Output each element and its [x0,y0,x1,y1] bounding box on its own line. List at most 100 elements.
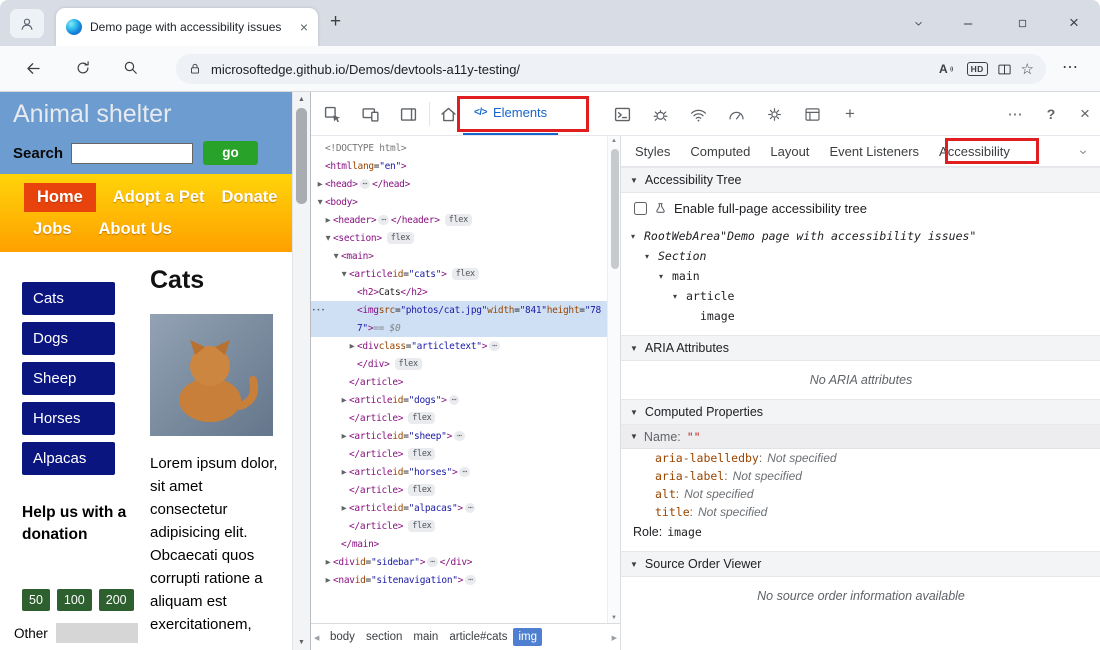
console-icon[interactable] [611,103,633,125]
accessibility-tree-node[interactable]: ▾main [621,266,1100,286]
category-horses[interactable]: Horses [22,402,115,435]
more-tools-plus-icon[interactable]: + [839,103,861,125]
dom-tree-line[interactable]: </article>flex [311,481,607,499]
expander-open-icon[interactable]: ▾ [645,252,658,261]
device-emulation-icon[interactable] [359,103,381,125]
back-button[interactable] [24,59,44,79]
dom-tree-line[interactable]: ▶<div class="articletext">⋯ [311,337,607,355]
dom-tree-line[interactable]: ▶<article id="sheep">⋯ [311,427,607,445]
flex-badge[interactable]: flex [452,268,479,280]
flex-badge[interactable]: flex [408,484,435,496]
category-alpacas[interactable]: Alpacas [22,442,115,475]
dom-tree-line[interactable]: ▼<main> [311,247,607,265]
scroll-up-icon[interactable]: ▲ [293,96,310,103]
crumb-img[interactable]: img [513,628,542,646]
expander-open-icon[interactable]: ▼ [323,234,333,242]
crumb-section[interactable]: section [361,628,407,646]
nav-donate[interactable]: Donate [222,188,278,207]
accessibility-tree-node[interactable]: image [621,306,1100,326]
full-page-tree-checkbox[interactable] [634,202,647,215]
dom-tree-line[interactable]: ▶<article id="alpacas">⋯ [311,499,607,517]
tab-computed[interactable]: Computed [690,144,750,159]
refresh-button[interactable] [74,59,94,79]
crumb-main[interactable]: main [408,628,443,646]
tab-elements[interactable]: </> Elements [463,92,558,135]
accessibility-tree-node[interactable]: ▾RootWebArea "Demo page with accessibili… [621,226,1100,246]
flex-badge[interactable]: flex [408,412,435,424]
section-aria-attributes[interactable]: ▼ ARIA Attributes [621,335,1100,361]
donate-200[interactable]: 200 [99,589,134,611]
search-icon[interactable] [122,59,142,79]
lock-icon[interactable] [188,62,202,76]
dom-tree-line[interactable]: <!DOCTYPE html> [311,139,607,157]
tab-layout[interactable]: Layout [770,144,809,159]
dom-tree-line[interactable]: ▼<section>flex [311,229,607,247]
dom-tree-line[interactable]: 7"> == $0 [311,319,607,337]
crumb-left-icon[interactable]: ◀ [314,634,319,642]
read-aloud-icon[interactable]: A [939,62,958,76]
tab-accessibility[interactable]: Accessibility [939,144,1010,159]
category-dogs[interactable]: Dogs [22,322,115,355]
profile-button[interactable] [10,9,44,38]
nav-home[interactable]: Home [24,183,96,212]
tab-event-listeners[interactable]: Event Listeners [829,144,919,159]
dom-tree-line[interactable]: </article>flex [311,445,607,463]
category-sheep[interactable]: Sheep [22,362,115,395]
flex-badge[interactable]: flex [387,232,414,244]
computed-name-row[interactable]: ▼ Name: "" [621,425,1100,449]
nav-about[interactable]: About Us [99,220,172,239]
window-close-button[interactable]: × [1054,0,1094,46]
expander-open-icon[interactable]: ▼ [331,252,341,260]
tab-close-icon[interactable]: × [300,20,308,34]
dom-tree-line[interactable]: ▼<article id="cats">flex [311,265,607,283]
section-source-order[interactable]: ▼ Source Order Viewer [621,551,1100,577]
section-computed-properties[interactable]: ▼ Computed Properties [621,399,1100,425]
expander-open-icon[interactable]: ▼ [315,198,325,206]
dom-tree-line[interactable]: <html lang="en"> [311,157,607,175]
new-tab-button[interactable]: + [330,11,341,33]
tab-styles[interactable]: Styles [635,144,670,159]
flex-badge[interactable]: flex [408,520,435,532]
issues-bug-icon[interactable] [649,103,671,125]
expander-closed-icon[interactable]: ▶ [339,468,349,476]
network-icon[interactable] [687,103,709,125]
dom-tree-line[interactable]: <h2>Cats</h2> [311,283,607,301]
flex-badge[interactable]: flex [408,448,435,460]
scrollbar-thumb[interactable] [611,149,619,269]
expander-closed-icon[interactable]: ▶ [339,396,349,404]
dom-tree-line[interactable]: ▼<body> [311,193,607,211]
dom-tree-line[interactable]: ▶<div id="sidebar">⋯</div> [311,553,607,571]
split-screen-icon[interactable] [997,62,1012,77]
flex-badge[interactable]: flex [395,358,422,370]
hd-badge[interactable]: HD [967,62,988,76]
expander-closed-icon[interactable]: ▶ [323,216,333,224]
expander-closed-icon[interactable]: ▶ [347,342,357,350]
dom-tree-line[interactable]: ▶<header>⋯</header>flex [311,211,607,229]
dom-tree-line[interactable]: ▶<head>⋯</head> [311,175,607,193]
crumb-body[interactable]: body [325,628,360,646]
dom-tree-line[interactable]: </article>flex [311,409,607,427]
browser-tab[interactable]: Demo page with accessibility issues × [56,8,318,46]
dom-tree-line[interactable]: </div>flex [311,355,607,373]
search-input[interactable] [71,143,193,164]
nav-adopt[interactable]: Adopt a Pet [113,188,205,207]
accessibility-tree-node[interactable]: ▾article [621,286,1100,306]
flex-badge[interactable]: flex [445,214,472,226]
dom-tree-scrollbar[interactable]: ▲ ▼ [607,136,620,623]
devtools-help-icon[interactable]: ? [1040,103,1062,125]
performance-icon[interactable] [725,103,747,125]
tab-list-chevron-icon[interactable] [898,0,938,46]
scroll-up-icon[interactable]: ▲ [608,138,620,144]
accessibility-tree-node[interactable]: ▾Section [621,246,1100,266]
expander-closed-icon[interactable]: ▶ [315,180,325,188]
home-icon[interactable] [437,103,459,125]
inspect-icon[interactable] [321,103,343,125]
maximize-button[interactable] [1002,0,1042,46]
dom-tree-line[interactable]: </article>flex [311,517,607,535]
favorites-star-icon[interactable]: ☆ [1021,60,1034,78]
expander-closed-icon[interactable]: ▶ [323,576,333,584]
settings-menu-icon[interactable]: ⋯ [1062,57,1078,77]
dom-tree-line[interactable]: </article> [311,373,607,391]
dom-tree-line[interactable]: •••<img src="photos/cat.jpg" width="841"… [311,301,607,319]
nav-jobs[interactable]: Jobs [33,220,72,239]
